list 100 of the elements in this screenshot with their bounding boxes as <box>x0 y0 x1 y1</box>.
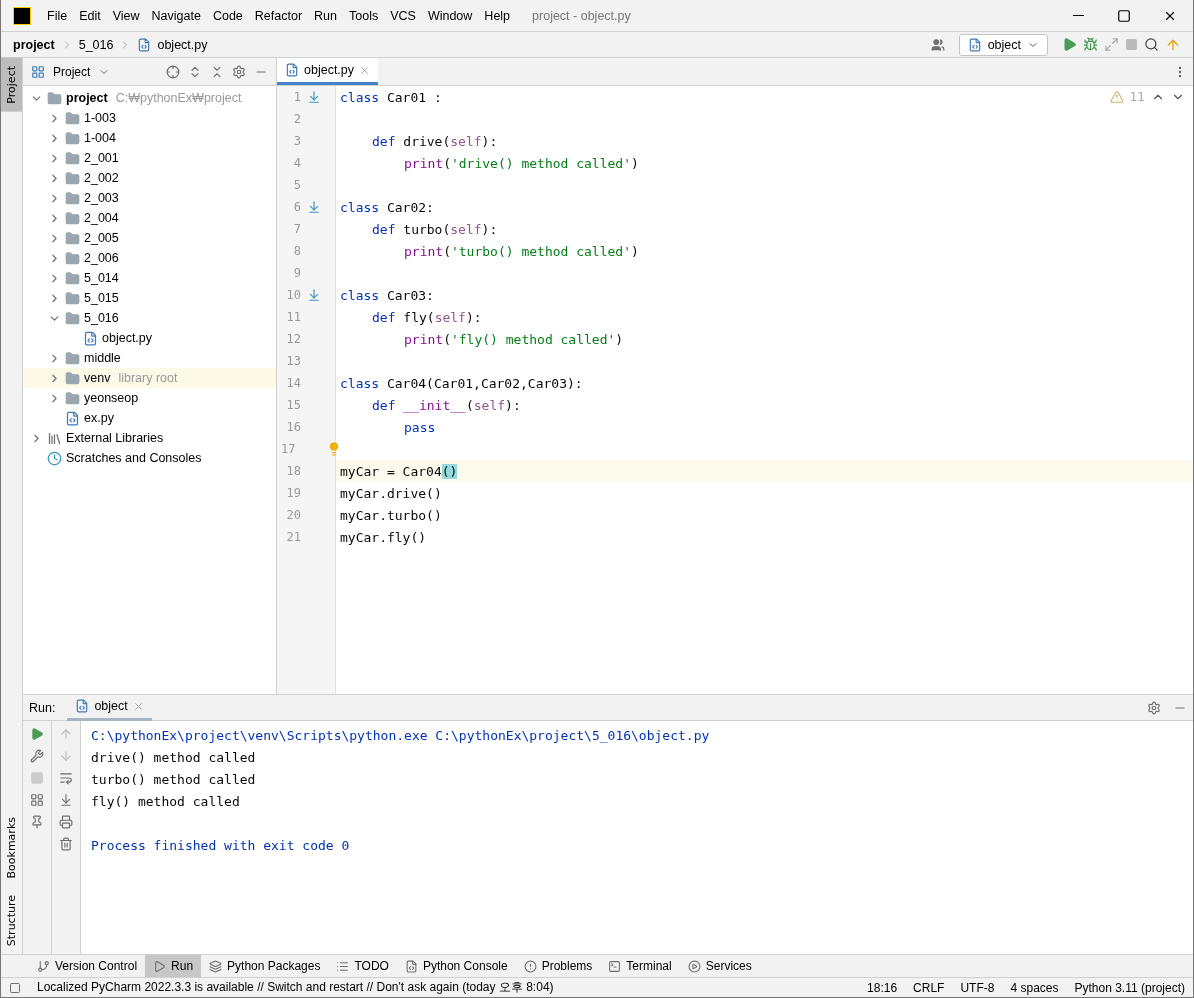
locate-icon[interactable] <box>166 64 180 79</box>
folder-icon <box>65 390 80 406</box>
bug-icon[interactable] <box>1083 37 1098 52</box>
tool-tab[interactable]: Version Control <box>29 955 146 977</box>
line-number: 12 <box>285 332 301 346</box>
status-item[interactable]: 18:16 <box>867 980 898 995</box>
python-file-icon <box>65 410 80 426</box>
tool-tab[interactable]: Run <box>145 955 202 977</box>
tree-row[interactable]: 1-004 <box>23 128 276 148</box>
code-line: class Car03: <box>340 287 434 303</box>
menu-item[interactable]: Help <box>478 8 517 23</box>
print-icon[interactable] <box>59 815 73 829</box>
console-line: drive() method called <box>91 749 257 767</box>
code-line: def drive(self): <box>372 133 498 149</box>
code-line: print('drive() method called') <box>404 155 639 171</box>
editor-tab[interactable]: object.py <box>277 58 379 85</box>
menu-item[interactable]: Refactor <box>248 8 309 23</box>
tree-row[interactable]: 5_014 <box>23 268 276 288</box>
folder-icon <box>47 90 62 106</box>
tree-row[interactable]: ex.py <box>23 408 276 428</box>
tree-row[interactable]: 5_016 <box>23 308 276 328</box>
tree-row[interactable]: 2_001 <box>23 148 276 168</box>
settings-icon[interactable] <box>232 64 246 79</box>
tool-tab[interactable]: Python Packages <box>201 955 329 977</box>
line-number: 13 <box>285 354 301 368</box>
code-line: pass <box>404 419 436 435</box>
line-number: 6 <box>292 200 301 214</box>
close-icon <box>132 700 144 712</box>
code-line: print('turbo() method called') <box>404 243 639 259</box>
line-number: 16 <box>285 420 301 434</box>
console-tab[interactable]: object <box>67 694 152 721</box>
menu-item[interactable]: Tools <box>343 8 385 23</box>
console-line: turbo() method called <box>91 771 257 789</box>
search-icon[interactable] <box>1144 37 1159 52</box>
users-icon[interactable] <box>930 37 945 52</box>
wrench-icon[interactable] <box>30 749 44 763</box>
status-message[interactable]: Localized PyCharm 2022.3.3 is available // Switch and restart // Don't ask again (today 오후 8:04) <box>37 979 852 996</box>
settings-icon[interactable] <box>1147 700 1161 715</box>
breadcrumb[interactable]: 5_016 <box>78 37 114 52</box>
line-number: 4 <box>292 156 301 170</box>
tree-row[interactable]: 2_005 <box>23 228 276 248</box>
status-item[interactable]: CRLF <box>913 980 945 995</box>
terminal-icon <box>608 959 622 973</box>
tool-tab[interactable]: Python Console <box>396 955 516 977</box>
tree-row[interactable]: yeonseop <box>23 388 276 408</box>
tree-row[interactable]: 1-003 <box>23 108 276 128</box>
run-icon[interactable] <box>1062 37 1077 52</box>
menu-item[interactable]: Window <box>421 8 479 23</box>
tree-row[interactable]: project C:₩pythonEx₩project <box>23 88 276 108</box>
folder-icon <box>65 350 80 366</box>
menu-item[interactable]: Navigate <box>145 8 207 23</box>
tree-row[interactable]: object.py <box>23 328 276 348</box>
library-icon <box>47 430 62 446</box>
tool-window-tab[interactable]: Bookmarks <box>1 809 22 887</box>
tree-row[interactable]: middle <box>23 348 276 368</box>
console-line: C:\pythonEx\project\venv\Scripts\python.exe C:\pythonEx\project\5_016\object.py <box>91 727 710 745</box>
tool-tab[interactable]: Terminal <box>600 955 680 977</box>
rerun-icon[interactable] <box>30 727 44 741</box>
warning-icon <box>1109 90 1124 104</box>
tool-window-tab[interactable]: Structure <box>1 886 22 954</box>
status-item[interactable]: UTF-8 <box>960 980 995 995</box>
breadcrumb[interactable]: object.py <box>157 37 208 52</box>
breadcrumb[interactable]: project <box>13 37 55 52</box>
wrap-icon[interactable] <box>59 771 73 785</box>
menu-item[interactable]: VCS <box>384 8 422 23</box>
tree-row[interactable]: venv library root <box>23 368 276 388</box>
menu-item[interactable]: Code <box>206 8 249 23</box>
status-item[interactable]: Python 3.11 (project) <box>1074 980 1185 995</box>
tree-row[interactable]: Scratches and Consoles <box>23 448 276 468</box>
menu-item[interactable]: File <box>41 8 74 23</box>
line-number: 10 <box>285 288 301 302</box>
tool-window-tab[interactable]: Project <box>1 58 22 112</box>
panel-title[interactable]: Project <box>53 64 91 79</box>
menu-item[interactable]: Edit <box>73 8 107 23</box>
tree-row[interactable]: 2_004 <box>23 208 276 228</box>
tool-tab[interactable]: Problems <box>515 955 601 977</box>
status-item[interactable]: 4 spaces <box>1010 980 1059 995</box>
collapse-all-icon[interactable] <box>210 64 224 79</box>
layout-icon[interactable] <box>30 793 44 807</box>
code-line: def __init__(self): <box>372 397 521 413</box>
tree-row[interactable]: External Libraries <box>23 428 276 448</box>
scroll-end-icon[interactable] <box>59 793 73 807</box>
menu-item[interactable]: View <box>106 8 146 23</box>
tool-tab[interactable]: TODO <box>328 955 397 977</box>
tree-row[interactable]: 2_006 <box>23 248 276 268</box>
branch-icon <box>37 959 50 973</box>
python-file-icon <box>137 37 152 52</box>
tree-row[interactable]: 2_003 <box>23 188 276 208</box>
tool-tab[interactable]: Services <box>679 955 760 977</box>
tree-row[interactable]: 2_002 <box>23 168 276 188</box>
run-config-select[interactable]: object <box>958 33 1048 56</box>
code-line: print('fly() method called') <box>404 331 624 347</box>
code-line: myCar.fly() <box>340 529 427 545</box>
menu-item[interactable]: Run <box>308 8 343 23</box>
console-line: Process finished with exit code 0 <box>91 837 351 855</box>
trash-icon[interactable] <box>59 837 73 851</box>
tree-row[interactable]: 5_015 <box>23 288 276 308</box>
folder-icon <box>65 270 80 286</box>
pin-icon[interactable] <box>30 815 44 829</box>
layers-icon <box>209 959 223 973</box>
